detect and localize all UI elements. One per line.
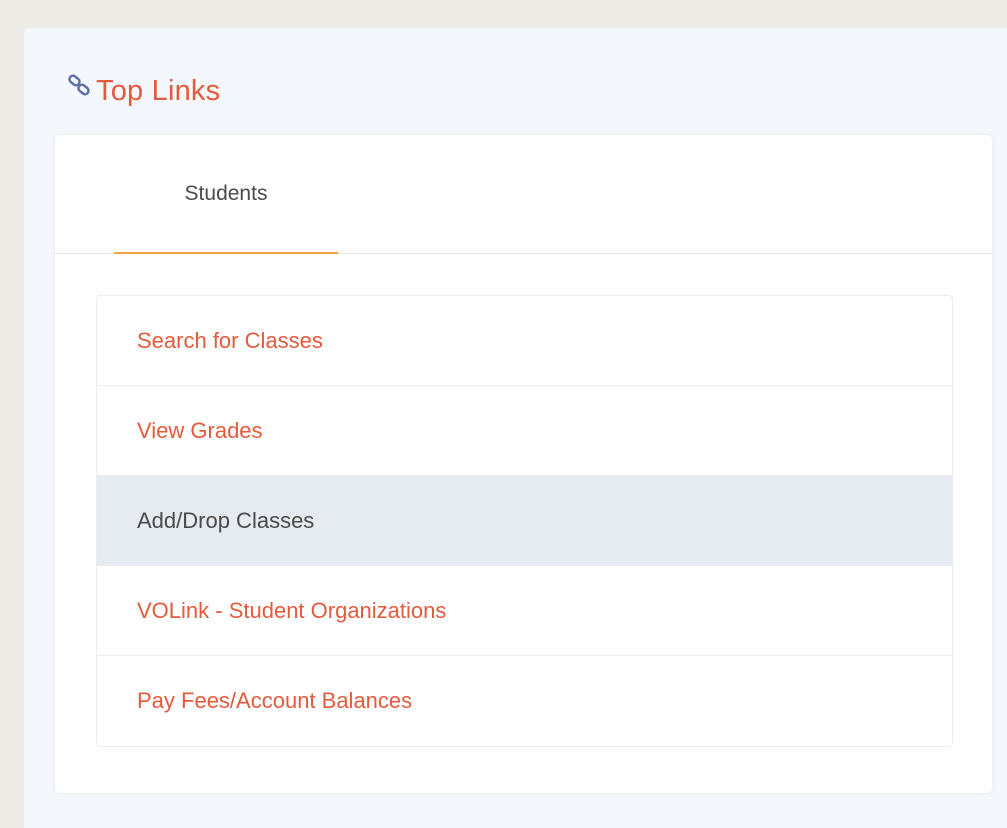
link-list: Search for Classes View Grades Add/Drop …: [96, 295, 953, 747]
top-links-panel: Top Links Students Search for Classes Vi…: [24, 28, 1007, 828]
link-label: VOLink - Student Organizations: [137, 597, 447, 623]
link-label: Search for Classes: [137, 327, 323, 353]
links-card: Students Search for Classes View Grades …: [55, 135, 992, 793]
link-add-drop-classes[interactable]: Add/Drop Classes: [97, 476, 952, 566]
panel-title: Top Links: [96, 74, 221, 107]
active-tab-indicator: [114, 252, 338, 254]
link-pay-fees-account-balances[interactable]: Pay Fees/Account Balances: [97, 656, 952, 746]
link-label: Pay Fees/Account Balances: [137, 688, 413, 713]
link-label: View Grades: [137, 417, 263, 443]
link-search-for-classes[interactable]: Search for Classes: [97, 296, 952, 386]
link-icon: [66, 73, 94, 101]
tab-bar: Students: [55, 135, 992, 254]
tab-label: Students: [184, 182, 268, 205]
panel-header: Top Links: [66, 66, 220, 116]
link-label: Add/Drop Classes: [137, 507, 315, 533]
link-view-grades[interactable]: View Grades: [97, 386, 952, 476]
tab-students[interactable]: Students: [114, 135, 338, 253]
link-volink-student-organizations[interactable]: VOLink - Student Organizations: [97, 566, 952, 656]
